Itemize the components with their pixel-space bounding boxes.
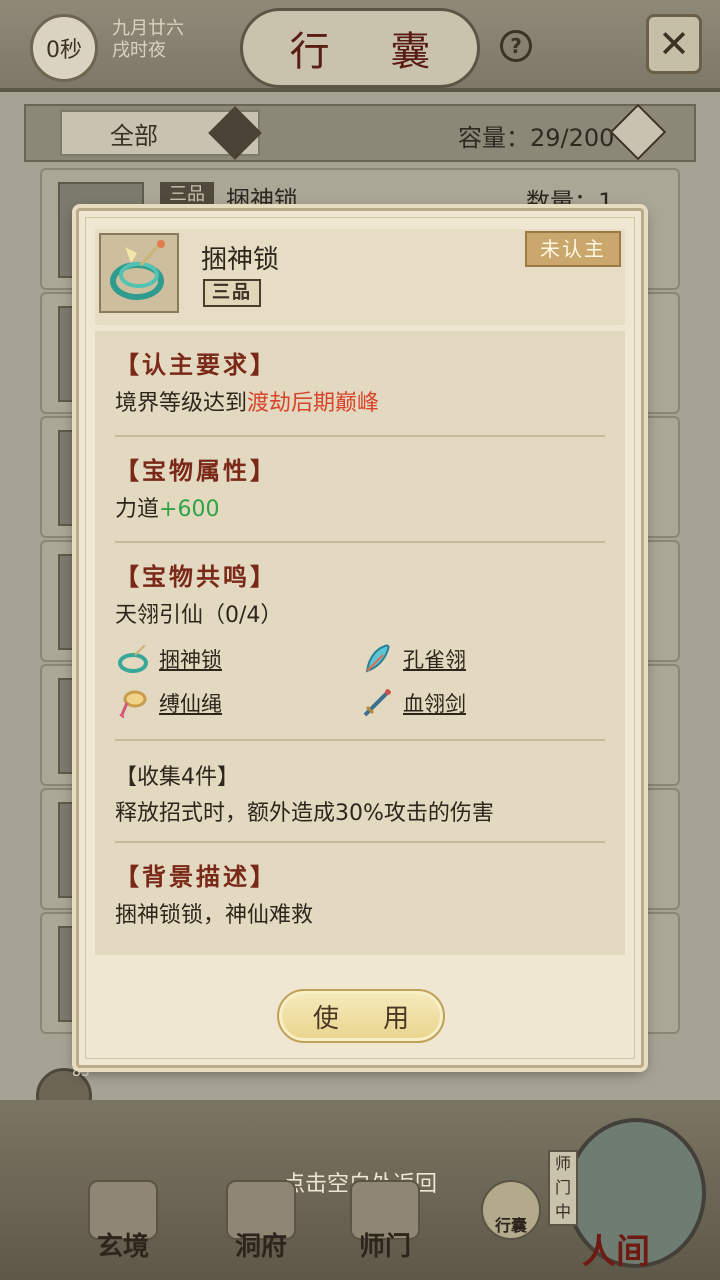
category-selected: 全部 — [110, 121, 158, 150]
close-icon[interactable]: ✕ — [646, 14, 702, 74]
set-item-link[interactable]: 捆神锁 — [115, 637, 359, 681]
feather-icon — [365, 643, 391, 673]
date-day: 九月廿六 — [112, 18, 184, 39]
item-detail-dialog: 捆神锁 三品 未认主 【认主要求】 境界等级达到渡劫后期巅峰 【宝物属性】 力道… — [76, 208, 644, 1068]
help-icon[interactable]: ? — [500, 30, 532, 62]
requirement-realm: 渡劫后期巅峰 — [247, 391, 380, 416]
background-section: 【背景描述】 捆神锁锁，神仙难救 — [95, 843, 625, 933]
nav-xuanjing[interactable]: 玄境 — [78, 1180, 168, 1270]
bind-status-badge: 未认主 — [525, 231, 621, 267]
filter-bar: 全部 容量：29/200 — [24, 103, 696, 162]
expand-capacity-icon[interactable] — [609, 103, 667, 161]
attribute-title: 【宝物属性】 — [115, 456, 277, 485]
attribute-text: 力道+600 — [115, 493, 605, 527]
set-item-link[interactable]: 血翎剑 — [359, 681, 603, 725]
attribute-value: +600 — [159, 497, 220, 522]
set-item-name: 血翎剑 — [403, 692, 466, 716]
set-bonus-text: 释放招式时，额外造成30%攻击的伤害 — [115, 801, 494, 826]
set-section: 【宝物共鸣】 天翎引仙（0/4） 捆神锁 孔雀翎 缚仙绳 血翎剑 — [95, 543, 625, 741]
set-bonus-title: 【收集4件】 — [115, 765, 239, 790]
requirement-text: 境界等级达到渡劫后期巅峰 — [115, 387, 605, 421]
item-icon — [99, 233, 179, 313]
category-dropdown[interactable]: 全部 — [60, 106, 262, 160]
nav-label: 玄境 — [96, 1232, 149, 1262]
page-title: 行 囊 — [240, 8, 480, 88]
rope-icon — [118, 690, 147, 720]
sect-status-tag: 师门中 — [548, 1150, 578, 1226]
lock-ring-icon — [118, 644, 148, 673]
background-text: 捆神锁锁，神仙难救 — [115, 903, 314, 928]
game-date: 九月廿六 戌时夜 — [112, 18, 184, 62]
use-button[interactable]: 使 用 — [277, 989, 445, 1043]
set-item-grid: 捆神锁 孔雀翎 缚仙绳 血翎剑 — [115, 637, 605, 725]
item-rank: 三品 — [160, 182, 214, 208]
set-item-link[interactable]: 缚仙绳 — [115, 681, 359, 725]
set-name: 天翎引仙（0/4） — [115, 603, 283, 628]
background-title: 【背景描述】 — [115, 862, 277, 891]
set-item-name: 缚仙绳 — [159, 692, 222, 716]
item-rank-badge: 三品 — [203, 279, 261, 307]
sword-icon — [363, 689, 391, 717]
attribute-name: 力道 — [115, 497, 160, 522]
set-title: 【宝物共鸣】 — [115, 562, 277, 591]
nav-xingnang[interactable]: 行囊 — [466, 1180, 556, 1270]
set-item-link[interactable]: 孔雀翎 — [359, 637, 603, 681]
requirement-prefix: 境界等级达到 — [115, 391, 248, 416]
attribute-section: 【宝物属性】 力道+600 — [95, 437, 625, 543]
date-time: 戌时夜 — [112, 40, 166, 61]
nav-dongfu[interactable]: 洞府 — [216, 1180, 306, 1270]
item-detail-body[interactable]: 【认主要求】 境界等级达到渡劫后期巅峰 【宝物属性】 力道+600 【宝物共鸣】… — [95, 331, 625, 955]
capacity-label: 容量：29/200 — [458, 124, 615, 152]
requirement-section: 【认主要求】 境界等级达到渡劫后期巅峰 — [95, 331, 625, 437]
nav-label: 师门 — [358, 1232, 411, 1262]
set-item-name: 孔雀翎 — [403, 648, 466, 672]
world-label: 人间 — [582, 1232, 650, 1272]
item-header: 捆神锁 三品 未认主 — [95, 229, 625, 325]
chevron-down-icon — [208, 106, 262, 160]
timer-badge: 0秒 — [30, 14, 98, 82]
item-name: 捆神锁 — [201, 245, 280, 275]
nav-label: 洞府 — [234, 1232, 287, 1262]
nav-label: 行囊 — [494, 1216, 527, 1235]
set-bonus-section: 【收集4件】 释放招式时，额外造成30%攻击的伤害 — [95, 741, 625, 843]
set-item-name: 捆神锁 — [159, 648, 222, 672]
requirement-title: 【认主要求】 — [115, 350, 277, 379]
nav-shimen[interactable]: 师门 — [340, 1180, 430, 1270]
top-bar: 0秒 九月廿六 戌时夜 行 囊 ? ✕ — [0, 0, 720, 92]
